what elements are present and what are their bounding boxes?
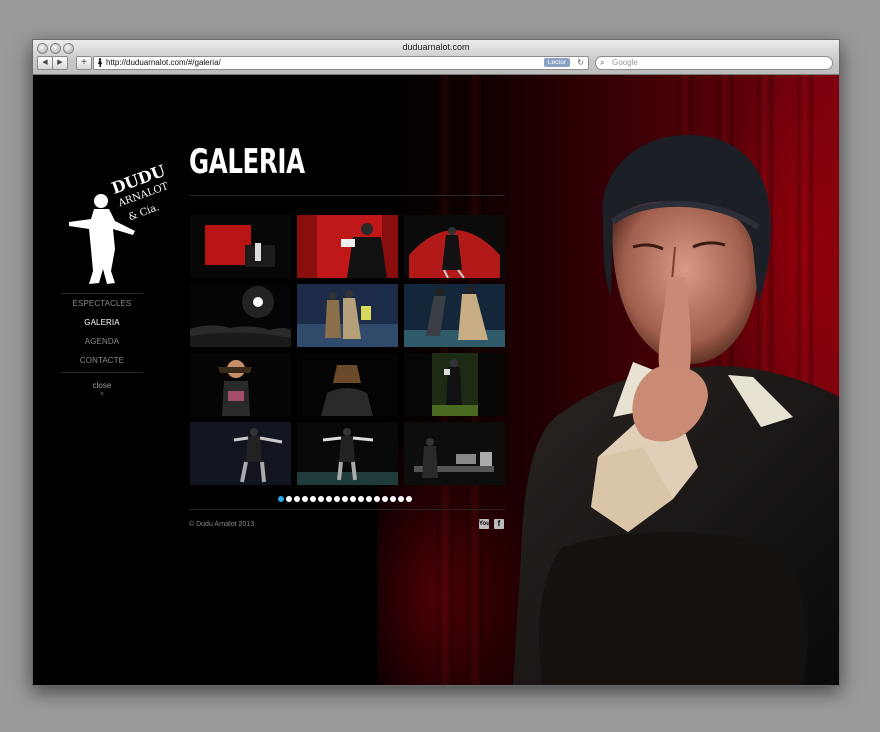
back-button[interactable]: ◀ <box>37 56 53 70</box>
add-bookmark-button[interactable]: + <box>76 56 92 70</box>
gallery-thumbnail[interactable] <box>404 284 505 347</box>
pagination-dot-3[interactable] <box>294 496 300 502</box>
reload-icon[interactable]: ↻ <box>577 57 584 69</box>
gallery-thumbnail[interactable] <box>297 353 398 416</box>
pagination-dot-4[interactable] <box>302 496 308 502</box>
url-text: http://duduarnalot.com/#/galeria/ <box>106 58 221 67</box>
pagination-dot-12[interactable] <box>366 496 372 502</box>
title-divider <box>189 195 505 196</box>
pagination-dot-10[interactable] <box>350 496 356 502</box>
search-placeholder: Google <box>612 58 638 67</box>
gallery-thumbnail[interactable] <box>190 215 291 278</box>
facebook-icon[interactable]: f <box>494 519 504 529</box>
site-favicon-icon <box>96 58 104 71</box>
pagination-dot-9[interactable] <box>342 496 348 502</box>
pagination-dot-17[interactable] <box>406 496 412 502</box>
close-icon: × <box>99 391 105 398</box>
pagination-dot-1[interactable] <box>278 496 284 502</box>
pagination-dot-8[interactable] <box>334 496 340 502</box>
address-bar[interactable]: http://duduarnalot.com/#/galeria/ Lector… <box>93 56 589 70</box>
gallery-thumbnail[interactable] <box>297 284 398 347</box>
search-icon: ⌕ <box>600 58 605 67</box>
nav-item-galeria[interactable]: GALERIA <box>61 313 143 332</box>
pagination-dot-7[interactable] <box>326 496 332 502</box>
nav-item-contacte[interactable]: CONTACTE <box>61 351 143 370</box>
search-field[interactable]: ⌕ Google <box>595 56 833 70</box>
window-title: duduarnalot.com <box>402 42 470 52</box>
hero-performer-image <box>513 134 839 685</box>
nav-item-espectacles[interactable]: ESPECTACLES <box>61 294 143 313</box>
pagination-dot-13[interactable] <box>374 496 380 502</box>
gallery-thumbnail[interactable] <box>404 353 505 416</box>
forward-button[interactable]: ▶ <box>52 56 68 70</box>
nav-item-agenda[interactable]: AGENDA <box>61 332 143 351</box>
youtube-icon[interactable]: You <box>479 519 490 529</box>
gallery-thumbnail[interactable] <box>190 353 291 416</box>
browser-toolbar: duduarnalot.com ◀ ▶ + http://duduarnalot… <box>33 40 839 75</box>
reader-button[interactable]: Lector <box>543 58 570 67</box>
main-nav: ESPECTACLES GALERIA AGENDA CONTACTE <box>61 293 143 373</box>
close-label: close <box>92 381 112 390</box>
close-menu-button[interactable]: close × <box>61 381 143 399</box>
page-content: DUDU ARNALOT & Cia. ESPECTACLES GALERIA … <box>33 75 839 685</box>
gallery-thumbnail[interactable] <box>297 215 398 278</box>
pagination-dot-2[interactable] <box>286 496 292 502</box>
gallery-thumbnail[interactable] <box>190 284 291 347</box>
browser-window: duduarnalot.com ◀ ▶ + http://duduarnalot… <box>32 39 840 686</box>
pagination-dot-14[interactable] <box>382 496 388 502</box>
footer-divider <box>189 509 505 510</box>
pagination-dot-15[interactable] <box>390 496 396 502</box>
gallery-thumbnail[interactable] <box>190 422 291 485</box>
pagination-dot-6[interactable] <box>318 496 324 502</box>
gallery-thumbnail[interactable] <box>404 215 505 278</box>
gallery-thumbnail[interactable] <box>404 422 505 485</box>
copyright-text: © Dudu Arnalot 2013 <box>189 521 255 528</box>
pagination-dot-16[interactable] <box>398 496 404 502</box>
gallery-thumbnail[interactable] <box>297 422 398 485</box>
page-title: GALERIA <box>189 142 305 182</box>
pagination-dot-5[interactable] <box>310 496 316 502</box>
pagination-dot-11[interactable] <box>358 496 364 502</box>
site-logo[interactable]: DUDU ARNALOT & Cia. <box>61 161 171 291</box>
